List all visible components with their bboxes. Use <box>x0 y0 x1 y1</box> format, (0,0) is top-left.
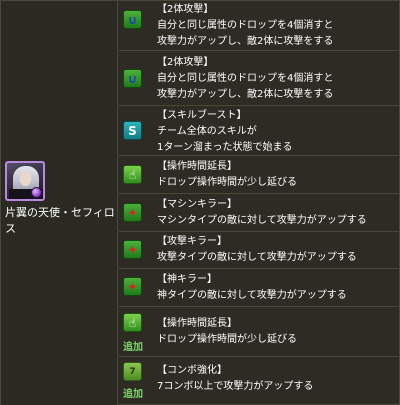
awakening-title: 【神キラー】 <box>157 274 217 285</box>
awakening-row: ∪ 【2体攻撃】 自分と同じ属性のドロップを4個消すと 攻撃力がアップし、敵2体… <box>119 1 400 51</box>
added-badge: 追加 <box>123 389 143 400</box>
awakening-title: 【操作時間延長】 <box>157 318 237 329</box>
extend-time-icon: ☝ <box>123 165 142 184</box>
awakening-table: 片翼の天使・セフィロス ∪ 【2体攻撃】 自分と同じ属性のドロップを4個消すと … <box>0 0 400 405</box>
awakening-desc-line: 自分と同じ属性のドロップを4個消すと <box>157 73 334 84</box>
awakening-row: ∪ 【2体攻撃】 自分と同じ属性のドロップを4個消すと 攻撃力がアップし、敵2体… <box>119 51 400 106</box>
awakening-title: 【スキルブースト】 <box>157 110 247 121</box>
awakening-row: 7 追加 【コンボ強化】 7コンボ以上で攻撃力がアップする <box>119 357 400 405</box>
awakening-row: S 【スキルブースト】 チーム全体のスキルが 1ターン溜まった状態で始まる <box>119 106 400 156</box>
awakening-title: 【2体攻撃】 <box>157 4 214 15</box>
awakening-desc-line: 神タイプの敵に対して攻撃力がアップする <box>157 290 347 301</box>
awakening-desc-line: ドロップ操作時間が少し延びる <box>157 334 297 345</box>
awakening-desc-line: ドロップ操作時間が少し延びる <box>157 177 297 188</box>
awakening-desc-line: チーム全体のスキルが <box>157 126 257 137</box>
awakening-title: 【コンボ強化】 <box>157 365 227 376</box>
awakening-desc-line: 自分と同じ属性のドロップを4個消すと <box>157 20 334 31</box>
monster-cell: 片翼の天使・セフィロス <box>1 1 118 405</box>
enhanced-combo-icon: 7 <box>123 362 142 381</box>
awakening-desc-line: マシンタイプの敵に対して攻撃力がアップする <box>157 215 367 226</box>
awakening-title: 【操作時間延長】 <box>157 161 237 172</box>
awakening-desc-line: 1ターン溜まった状態で始まる <box>157 142 293 153</box>
attacker-killer-icon: ✦ <box>123 240 142 259</box>
awakening-row: ✦ 【攻撃キラー】 攻撃タイプの敵に対して攻撃力がアップする <box>119 232 400 269</box>
awakening-title: 【攻撃キラー】 <box>157 236 227 247</box>
awakening-row: ✦ 【マシンキラー】 マシンタイプの敵に対して攻撃力がアップする <box>119 194 400 232</box>
awakening-row: ☝ 追加 【操作時間延長】 ドロップ操作時間が少し延びる <box>119 307 400 357</box>
added-badge: 追加 <box>123 342 143 353</box>
two-pronged-attack-icon: ∪ <box>123 10 142 29</box>
awakening-desc-line: 攻撃力がアップし、敵2体に攻撃をする <box>157 89 334 100</box>
dark-attribute-orb-icon <box>31 187 42 198</box>
skill-boost-icon: S <box>123 121 142 140</box>
monster-portrait-icon[interactable] <box>5 161 45 201</box>
awakening-title: 【2体攻撃】 <box>157 57 214 68</box>
awakening-title: 【マシンキラー】 <box>157 199 237 210</box>
awakening-desc-line: 攻撃力がアップし、敵2体に攻撃をする <box>157 36 334 47</box>
monster-name: 片翼の天使・セフィロス <box>5 206 115 235</box>
awakening-row: ☝ 【操作時間延長】 ドロップ操作時間が少し延びる <box>119 156 400 194</box>
awakening-row: ✦ 【神キラー】 神タイプの敵に対して攻撃力がアップする <box>119 269 400 307</box>
god-killer-icon: ✦ <box>123 277 142 296</box>
awakening-desc-line: 7コンボ以上で攻撃力がアップする <box>157 381 314 392</box>
awakening-desc-line: 攻撃タイプの敵に対して攻撃力がアップする <box>157 252 357 263</box>
machine-killer-icon: ✦ <box>123 203 142 222</box>
extend-time-icon: ☝ <box>123 313 142 332</box>
two-pronged-attack-icon: ∪ <box>123 69 142 88</box>
